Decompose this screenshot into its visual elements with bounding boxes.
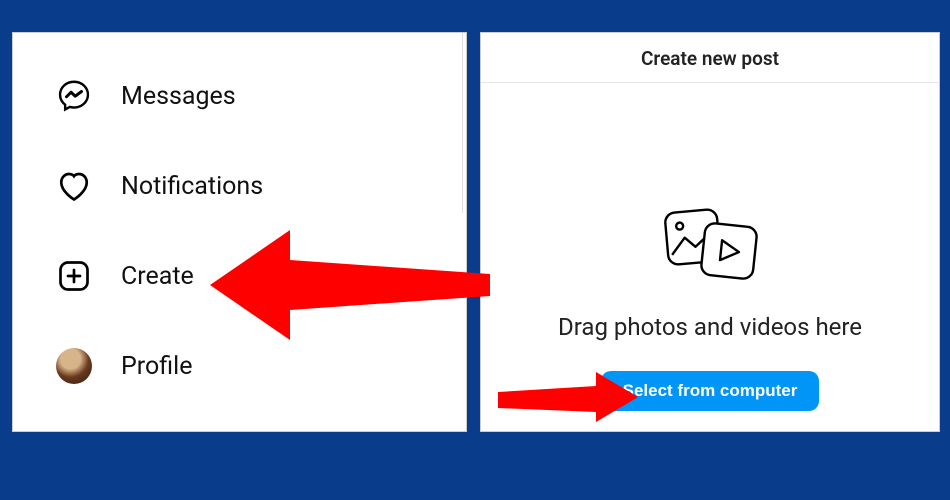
messenger-icon [49, 78, 99, 114]
avatar-icon [49, 348, 99, 384]
create-post-dialog: Create new post Drag photos and videos h… [480, 32, 940, 432]
panel-divider [462, 33, 463, 213]
sidebar-item-profile[interactable]: Profile [49, 321, 466, 411]
select-from-computer-button[interactable]: Select from computer [601, 371, 820, 411]
heart-icon [49, 168, 99, 204]
sidebar-item-messages[interactable]: Messages [49, 51, 466, 141]
sidebar-item-label: Notifications [121, 172, 263, 201]
sidebar-item-label: Create [121, 262, 194, 291]
dialog-title: Create new post [481, 33, 939, 83]
media-icon [655, 201, 765, 291]
sidebar-panel: Messages Notifications Create Profile [12, 32, 467, 432]
avatar [56, 348, 92, 384]
create-icon [49, 258, 99, 294]
sidebar-item-label: Profile [121, 352, 192, 381]
dialog-body[interactable]: Drag photos and videos here Select from … [481, 83, 939, 431]
sidebar-item-label: Messages [121, 82, 236, 111]
drop-instructions: Drag photos and videos here [558, 313, 862, 341]
sidebar-item-create[interactable]: Create [49, 231, 466, 321]
sidebar-item-notifications[interactable]: Notifications [49, 141, 466, 231]
